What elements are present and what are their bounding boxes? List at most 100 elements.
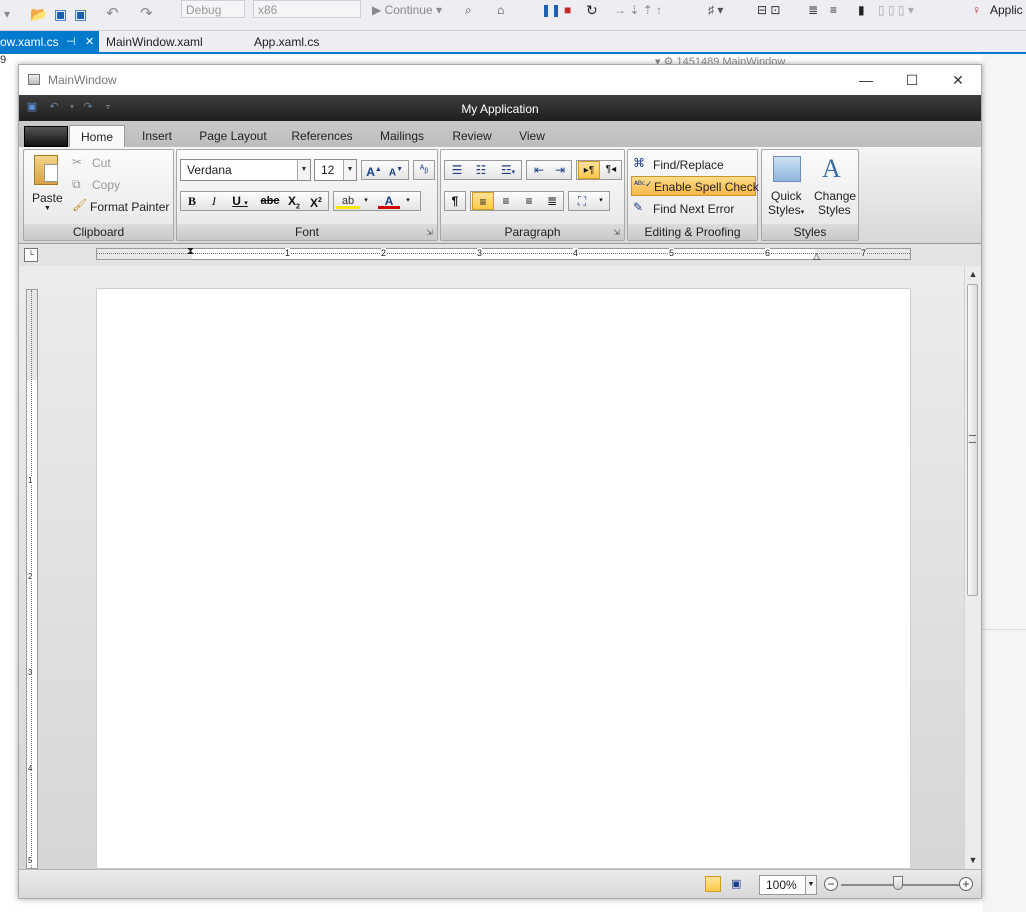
close-icon[interactable]: ✕ (85, 31, 94, 53)
find-icon[interactable]: ⌕ (465, 0, 472, 20)
multilevel-list-icon[interactable]: ☲▾ (495, 161, 521, 179)
tab-references[interactable]: References (285, 125, 359, 147)
close-button[interactable]: ✕ (935, 65, 981, 95)
left-to-right-icon[interactable]: ▸¶ (578, 161, 600, 179)
justify-icon[interactable]: ≣ (541, 192, 563, 210)
enable-spell-check-button[interactable]: ᴬᴮᶜ✓ Enable Spell Check (631, 176, 759, 196)
save-icon[interactable]: ▣ (54, 4, 67, 24)
minimize-button[interactable]: — (843, 65, 889, 95)
print-layout-view-icon[interactable] (705, 876, 721, 892)
restart-icon[interactable]: ↻ (586, 0, 598, 20)
platform-combo[interactable]: x86 (253, 0, 361, 18)
scroll-thumb[interactable] (967, 284, 978, 596)
continue-button[interactable]: ▶ Continue ▾ (372, 0, 442, 20)
font-color-dropdown-icon[interactable]: ▾ (402, 192, 414, 210)
font-dialog-launcher-icon[interactable]: ⇲ (425, 228, 434, 237)
tab-page-layout[interactable]: Page Layout (193, 125, 273, 147)
tab-mailings[interactable]: Mailings (371, 125, 433, 147)
paste-button[interactable]: Paste ▼ (27, 153, 65, 215)
change-styles-button[interactable]: A Change Styles (812, 153, 858, 219)
home-icon[interactable]: ⌂ (497, 0, 504, 20)
strikethrough-icon[interactable]: abc (257, 192, 283, 210)
redo-icon[interactable]: ↷ (140, 4, 153, 24)
font-size-combo[interactable]: 12 ▼ (314, 159, 357, 181)
find-replace-button[interactable]: ⌘ Find/Replace (631, 154, 755, 174)
zoom-slider-thumb[interactable] (893, 876, 903, 890)
numbering-icon[interactable]: ☷ (471, 161, 491, 179)
group-label-styles: Styles (762, 224, 858, 240)
clear-formatting-icon[interactable]: ᴬᵦ (415, 161, 433, 179)
vs-dropdown-icon[interactable]: ▾ (4, 4, 10, 24)
format-painter-button[interactable]: 🖌 Format Painter (72, 198, 172, 216)
bookmark-nav-icon[interactable]: ▯ ▯ ▯ ▾ (878, 0, 914, 20)
highlight-icon[interactable]: ab (336, 192, 360, 209)
bookmark-icon[interactable]: ▮ (858, 0, 865, 20)
vertical-ruler[interactable]: 1 2 3 4 5 (26, 289, 38, 869)
increase-indent-icon[interactable]: ⇥ (550, 161, 570, 179)
tab-review[interactable]: Review (445, 125, 499, 147)
scroll-up-icon[interactable]: ▲ (965, 266, 981, 282)
application-menu-button[interactable] (24, 126, 68, 147)
open-folder-icon[interactable]: 📂 (30, 4, 47, 24)
step-icon[interactable]: → ⇣ ⇡ ↑ (614, 0, 662, 20)
grow-font-icon[interactable]: A▲ (364, 161, 384, 179)
stop-icon[interactable]: ■ (564, 0, 571, 20)
chevron-down-icon[interactable]: ▼ (297, 160, 310, 180)
pin-icon[interactable]: ⊣ (66, 31, 76, 53)
tab-view[interactable]: View (509, 125, 555, 147)
comment-icon[interactable]: ≡ (830, 0, 837, 20)
tab-app-xaml-cs[interactable]: App.xaml.cs (254, 31, 319, 53)
scroll-down-icon[interactable]: ▼ (965, 852, 981, 868)
bold-icon[interactable]: B (183, 192, 201, 210)
list-icon[interactable]: ≣ (808, 0, 818, 20)
config-combo[interactable]: Debug (181, 0, 245, 18)
tab-mainwindow-xaml[interactable]: MainWindow.xaml (106, 31, 203, 53)
app-label[interactable]: Applic (990, 0, 1023, 20)
horizontal-ruler[interactable]: 1 2 3 4 5 6 7 ⧗ △ (96, 246, 911, 262)
window-icon[interactable]: ⊟ ⊡ (757, 0, 780, 20)
left-indent-marker-icon[interactable]: ⧗ (187, 246, 194, 257)
quick-styles-button[interactable]: Quick Styles▾ (765, 153, 809, 219)
subscript-icon[interactable]: X2 (285, 192, 303, 210)
chevron-down-icon[interactable]: ▼ (343, 160, 356, 180)
zoom-dropdown-icon[interactable]: ▼ (805, 875, 817, 895)
right-indent-marker-icon[interactable]: △ (813, 251, 820, 262)
save-all-icon[interactable]: ▣ (74, 4, 87, 24)
align-right-icon[interactable]: ≡ (518, 192, 540, 210)
document-page[interactable] (96, 288, 911, 869)
paragraph-dialog-launcher-icon[interactable]: ⇲ (612, 228, 621, 237)
superscript-icon[interactable]: X2 (307, 192, 325, 210)
maximize-button[interactable]: ☐ (889, 65, 935, 95)
tools-icon[interactable]: ♯ ▾ (708, 0, 723, 20)
zoom-in-icon[interactable]: + (959, 877, 973, 891)
tab-mainwindow-cs[interactable]: ow.xaml.cs ⊣ ✕ (0, 31, 99, 53)
pause-icon[interactable]: ❚❚ (541, 0, 561, 20)
tab-home[interactable]: Home (69, 125, 125, 148)
paste-dropdown-icon: ▼ (44, 205, 51, 212)
find-next-error-button[interactable]: ✎ Find Next Error (631, 198, 755, 218)
web-layout-view-icon[interactable]: ▣ (731, 877, 741, 890)
decrease-indent-icon[interactable]: ⇤ (529, 161, 549, 179)
window-titlebar[interactable]: MainWindow — ☐ ✕ (19, 65, 981, 95)
shading-dropdown-icon[interactable]: ▾ (595, 192, 607, 210)
highlight-dropdown-icon[interactable]: ▾ (360, 192, 372, 210)
align-center-icon[interactable]: ≡ (495, 192, 517, 210)
right-to-left-icon[interactable]: ¶◂ (601, 161, 621, 179)
shrink-font-icon[interactable]: A▼ (386, 161, 406, 179)
italic-icon[interactable]: I (205, 192, 223, 210)
grip-icon (969, 435, 976, 443)
tab-stop-selector[interactable]: └ (24, 248, 38, 262)
bullets-icon[interactable]: ☰ (447, 161, 467, 179)
font-family-combo[interactable]: Verdana ▼ (180, 159, 311, 181)
shading-icon[interactable]: ⛶ (571, 192, 593, 210)
underline-icon[interactable]: U ▾ (227, 192, 253, 210)
pilcrow-icon[interactable]: ¶ (446, 192, 464, 210)
vruler-number: 4 (28, 764, 33, 773)
undo-icon[interactable]: ↶ (106, 4, 119, 24)
font-color-icon[interactable]: A (378, 192, 400, 209)
vertical-scrollbar[interactable]: ▲ ▼ (964, 266, 981, 869)
lightbulb-icon[interactable]: ♀ (972, 0, 981, 20)
align-left-icon[interactable]: ≡ (472, 192, 494, 210)
tab-insert[interactable]: Insert (133, 125, 181, 147)
zoom-out-icon[interactable]: − (824, 877, 838, 891)
